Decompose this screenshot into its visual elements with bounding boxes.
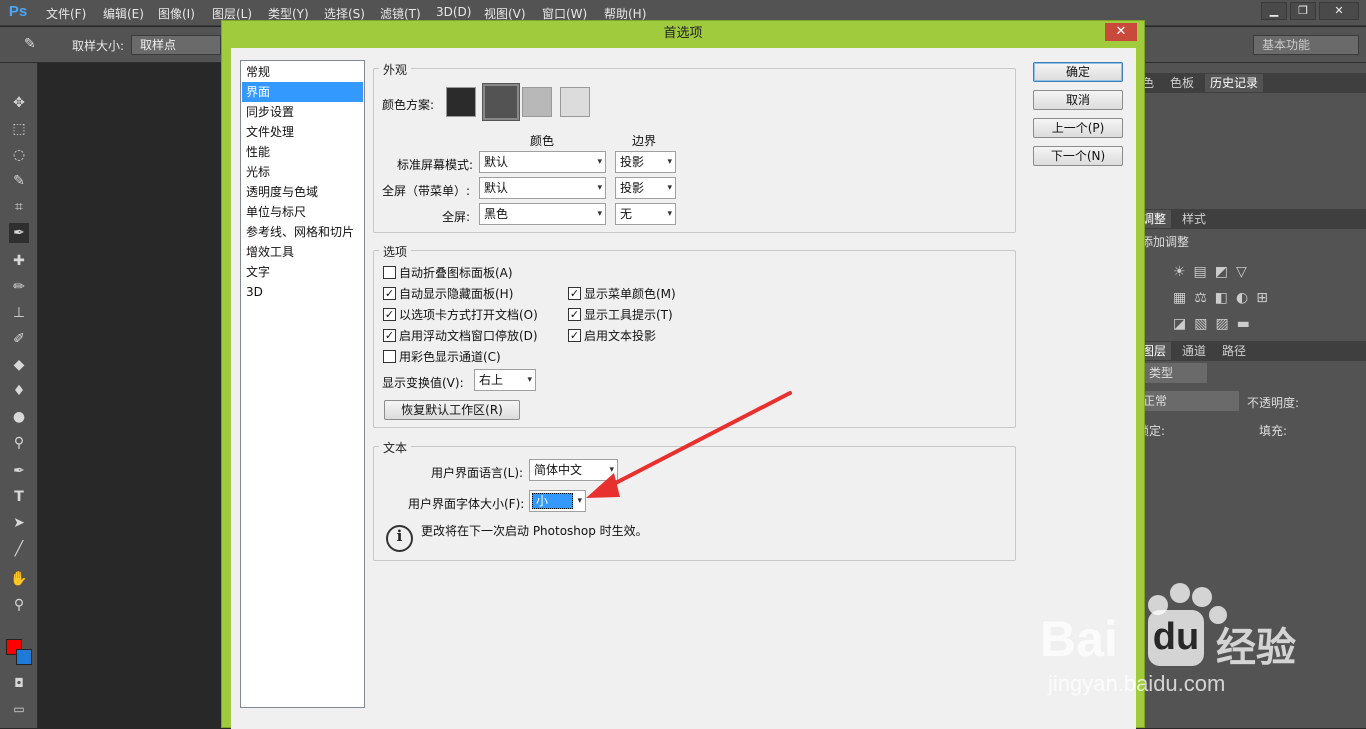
watermark-url: jingyan.baidu.com <box>1048 671 1226 696</box>
baidu-watermark: Bai du 经验 jingyan.baidu.com <box>1010 575 1360 725</box>
arrow-head <box>586 473 620 498</box>
watermark-brand-du: du <box>1148 610 1204 666</box>
arrow-shaft <box>600 391 792 492</box>
watermark-brand: Bai <box>1040 611 1118 667</box>
watermark-jingyan: 经验 <box>1216 625 1296 671</box>
